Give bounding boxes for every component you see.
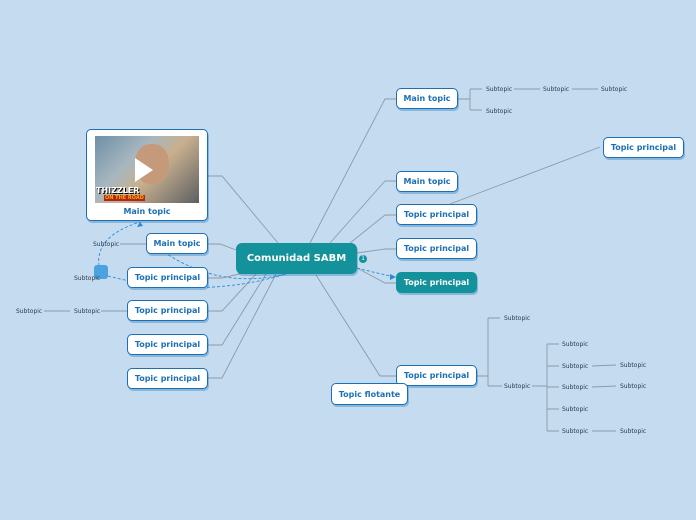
right-topic-selected-label: Topic principal: [403, 278, 470, 287]
bottom-child-3[interactable]: Subtopic: [562, 384, 588, 391]
right-topic-2[interactable]: Topic principal: [396, 238, 477, 259]
right-topic-1[interactable]: Topic principal: [396, 204, 477, 225]
left-chain-subtopic-1[interactable]: Subtopic: [74, 308, 100, 315]
left-topic-b-label: Topic principal: [134, 374, 201, 383]
bottom-grandchild-2[interactable]: Subtopic: [620, 362, 646, 369]
right-far-topic-label: Topic principal: [610, 143, 677, 152]
left-topic-marker-label: Topic principal: [134, 273, 201, 282]
left-topic-chain[interactable]: Topic principal: [127, 300, 208, 321]
central-topic[interactable]: Comunidad SABM: [236, 243, 357, 274]
right-topic-bottom-label: Topic principal: [403, 371, 470, 380]
bottom-grandchild-3[interactable]: Subtopic: [620, 383, 646, 390]
left-topic-marker[interactable]: Topic principal: [127, 267, 208, 288]
video-subcaption: ON THE ROAD: [104, 195, 145, 201]
right-topic-selected[interactable]: Topic principal: [396, 272, 477, 293]
right-topic-bottom[interactable]: Topic principal: [396, 365, 477, 386]
play-icon[interactable]: [135, 158, 153, 182]
right-main-topic-2[interactable]: Main topic: [396, 171, 458, 192]
bottom-subtopic-top[interactable]: Subtopic: [504, 315, 530, 322]
right-main-topic-2-label: Main topic: [403, 177, 451, 186]
right-main1-subtopic-d[interactable]: Subtopic: [486, 108, 512, 115]
bottom-child-4[interactable]: Subtopic: [562, 406, 588, 413]
bottom-child-1[interactable]: Subtopic: [562, 341, 588, 348]
right-main1-subtopic-c[interactable]: Subtopic: [601, 86, 627, 93]
left-topic-b[interactable]: Topic principal: [127, 368, 208, 389]
bottom-grandchild-5[interactable]: Subtopic: [620, 428, 646, 435]
right-far-topic[interactable]: Topic principal: [603, 137, 684, 158]
floating-topic-label: Topic flotante: [338, 389, 401, 399]
video-caption: THIZZLER: [96, 186, 140, 195]
central-topic-label: Comunidad SABM: [246, 253, 347, 264]
left-topic-a[interactable]: Topic principal: [127, 334, 208, 355]
left-main-topic-subtopic[interactable]: Subtopic: [93, 241, 119, 248]
left-topic-chain-label: Topic principal: [134, 306, 201, 315]
right-main1-subtopic-a[interactable]: Subtopic: [486, 86, 512, 93]
right-main-topic-1[interactable]: Main topic: [396, 88, 458, 109]
floating-topic[interactable]: Topic flotante: [331, 383, 408, 405]
right-topic-2-label: Topic principal: [403, 244, 470, 253]
left-topic-a-label: Topic principal: [134, 340, 201, 349]
left-chain-subtopic-2[interactable]: Subtopic: [16, 308, 42, 315]
right-topic-1-label: Topic principal: [403, 210, 470, 219]
collapse-badge[interactable]: 1: [359, 255, 367, 263]
bottom-subtopic-mid[interactable]: Subtopic: [504, 383, 530, 390]
left-main-topic[interactable]: Main topic: [146, 233, 208, 254]
bottom-child-5[interactable]: Subtopic: [562, 428, 588, 435]
left-main-topic-label: Main topic: [153, 239, 201, 248]
right-main-topic-1-label: Main topic: [403, 94, 451, 103]
image-topic[interactable]: THIZZLER ON THE ROAD Main topic: [86, 129, 208, 221]
right-main1-subtopic-b[interactable]: Subtopic: [543, 86, 569, 93]
left-topic-marker-subtopic[interactable]: Subtopic: [74, 275, 100, 282]
video-thumbnail[interactable]: THIZZLER ON THE ROAD: [95, 136, 199, 203]
image-topic-label: Main topic: [123, 207, 171, 216]
bottom-child-2[interactable]: Subtopic: [562, 363, 588, 370]
